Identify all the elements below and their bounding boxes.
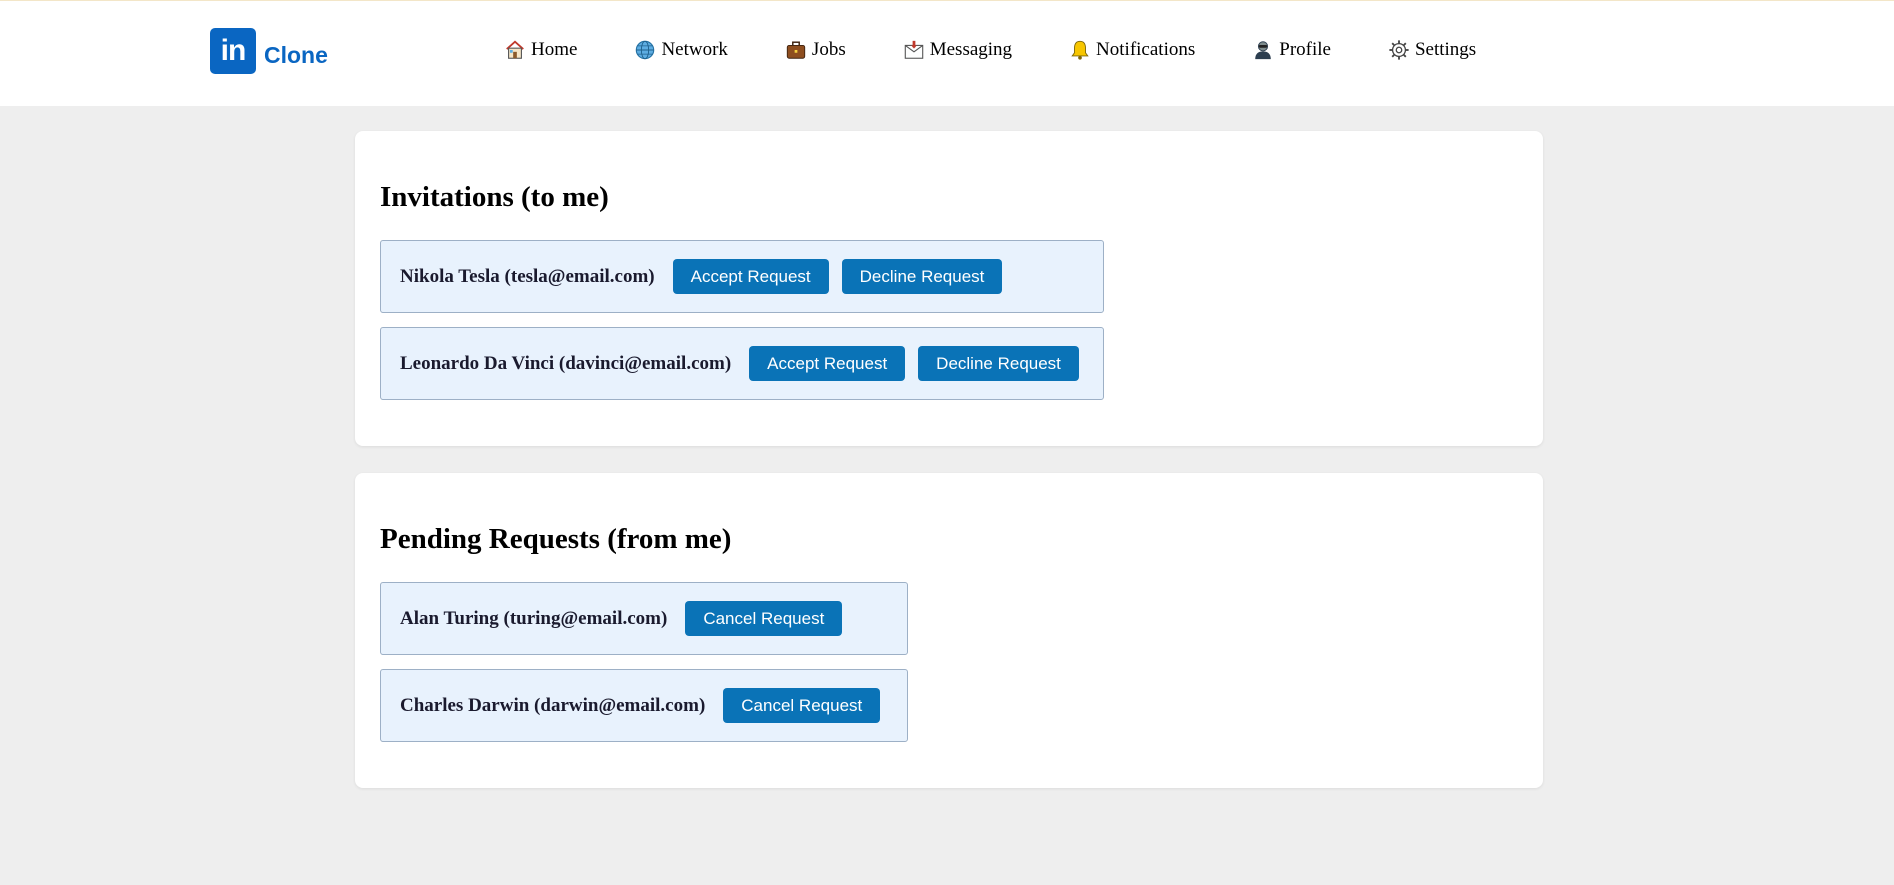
nav-label-messaging: Messaging (929, 39, 1013, 60)
invitation-name: Leonardo Da Vinci (davinci@email.com) (400, 352, 732, 374)
invitation-name: Nikola Tesla (tesla@email.com) (400, 265, 655, 287)
home-icon (504, 39, 526, 61)
nav-label-notifications: Notifications (1096, 39, 1196, 60)
nav-label-network: Network (661, 39, 728, 60)
pending-requests-title: Pending Requests (from me) (380, 523, 732, 555)
decline-request-button[interactable]: Decline Request (841, 259, 1003, 294)
decline-request-button[interactable]: Decline Request (918, 346, 1079, 381)
nav-item-messaging[interactable]: Messaging (903, 39, 1012, 61)
accept-request-button[interactable]: Accept Request (672, 259, 829, 294)
logo-text: Clone (264, 41, 328, 68)
person-icon (1252, 39, 1274, 61)
pending-requests-card: Pending Requests (from me) Alan Turing (… (355, 473, 1543, 788)
nav-item-settings[interactable]: Settings (1388, 39, 1476, 61)
nav-label-settings: Settings (1414, 39, 1477, 60)
nav-item-home[interactable]: Home (504, 39, 577, 61)
accept-request-button[interactable]: Accept Request (749, 346, 906, 381)
cancel-request-button[interactable]: Cancel Request (723, 688, 881, 723)
nav-item-notifications[interactable]: Notifications (1069, 39, 1195, 61)
envelope-icon (903, 39, 925, 61)
briefcase-icon (785, 39, 807, 61)
logo-mark: in (210, 28, 256, 74)
nav-label-home: Home (531, 39, 578, 60)
gear-icon (1388, 39, 1410, 61)
nav-label-profile: Profile (1279, 39, 1331, 60)
pending-request-name: Charles Darwin (darwin@email.com) (400, 694, 706, 716)
nav-menu: Home Network Jobs Messaging Notification… (504, 39, 1476, 61)
top-navbar: in Clone Home Network Jobs Messaging Not… (0, 0, 1894, 106)
nav-item-profile[interactable]: Profile (1252, 39, 1331, 61)
pending-request-row: Charles Darwin (darwin@email.com) Cancel… (380, 669, 908, 742)
invitation-row: Leonardo Da Vinci (davinci@email.com) Ac… (380, 327, 1104, 400)
bell-icon (1069, 39, 1091, 61)
app-logo[interactable]: in Clone (210, 28, 328, 74)
pending-request-name: Alan Turing (turing@email.com) (400, 607, 668, 629)
nav-label-jobs: Jobs (811, 39, 846, 60)
pending-request-row: Alan Turing (turing@email.com) Cancel Re… (380, 582, 908, 655)
invitations-card: Invitations (to me) Nikola Tesla (tesla@… (355, 131, 1543, 446)
cancel-request-button[interactable]: Cancel Request (685, 601, 843, 636)
globe-icon (634, 39, 656, 61)
invitation-row: Nikola Tesla (tesla@email.com) Accept Re… (380, 240, 1104, 313)
nav-item-jobs[interactable]: Jobs (785, 39, 846, 61)
invitations-title: Invitations (to me) (380, 181, 609, 213)
nav-item-network[interactable]: Network (634, 39, 728, 61)
